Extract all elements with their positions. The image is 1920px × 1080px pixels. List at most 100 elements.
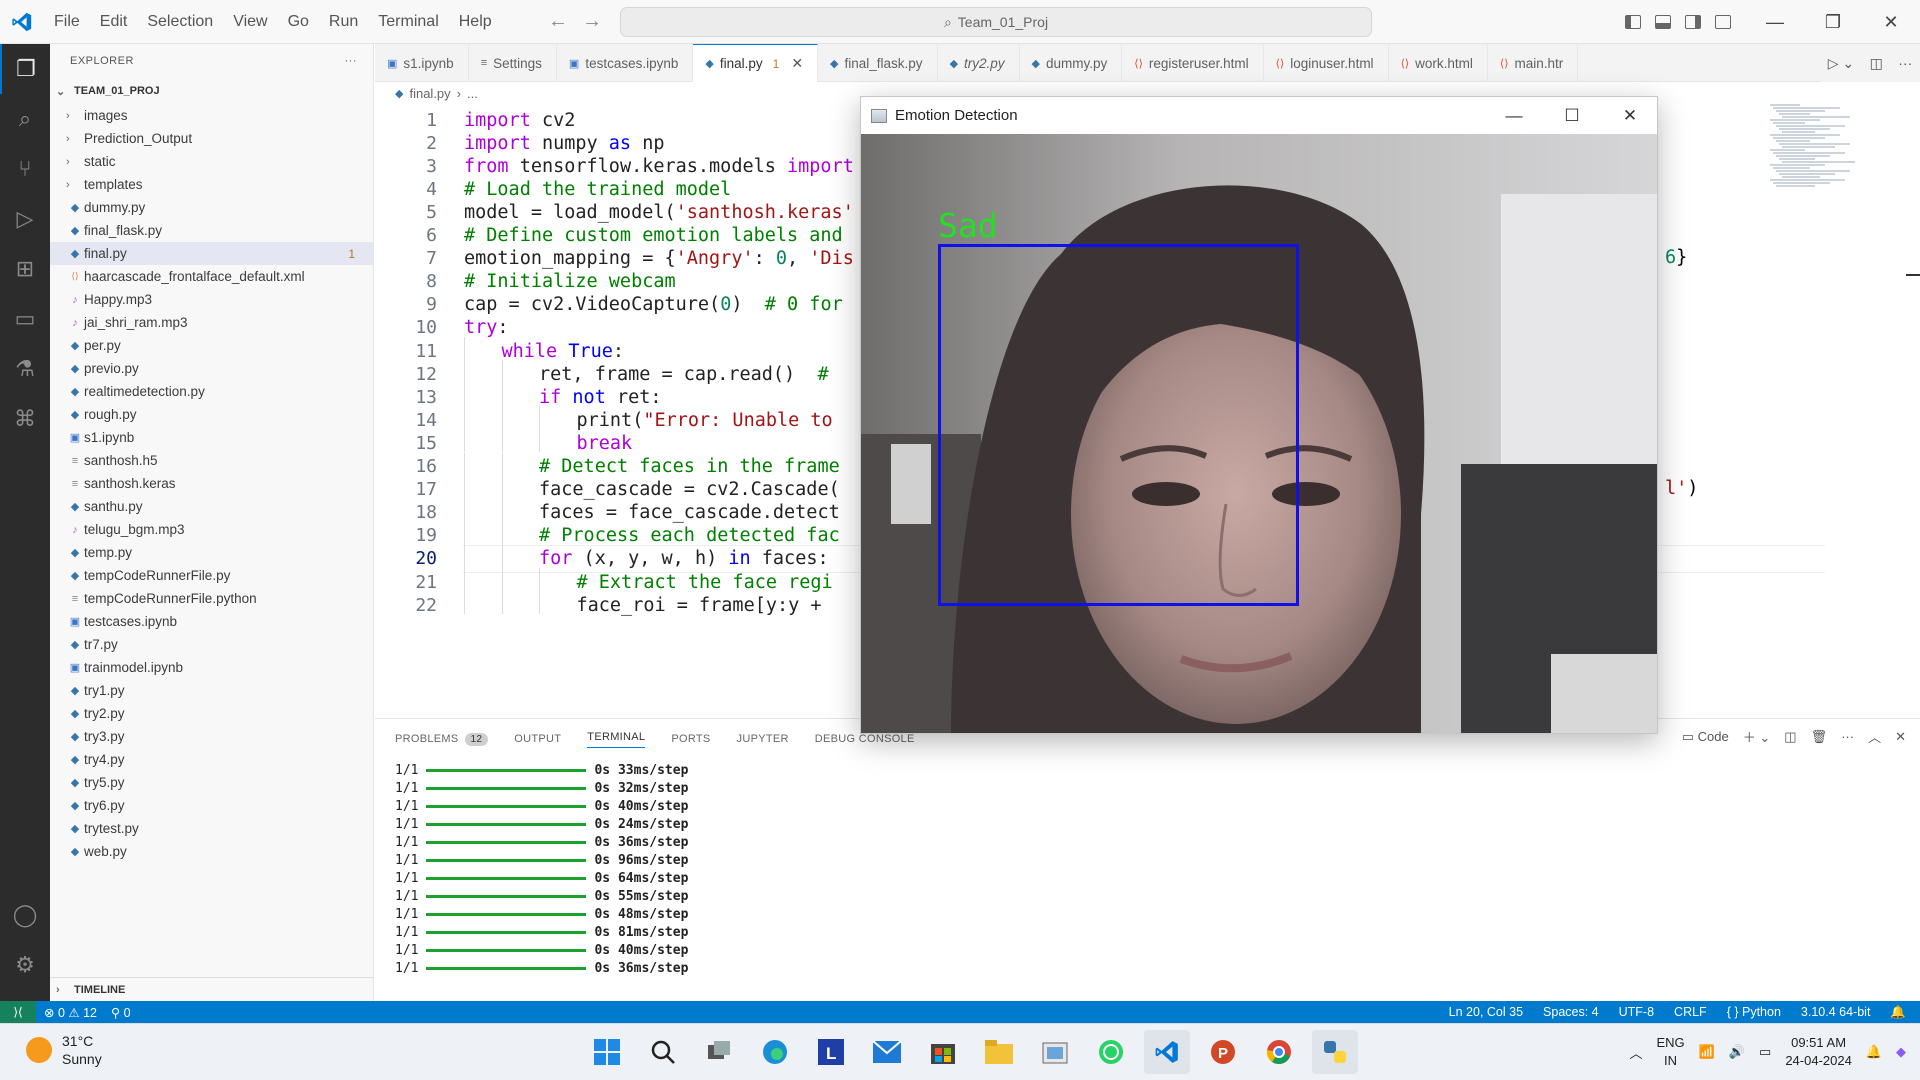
- file-item[interactable]: ◆ web.py: [50, 840, 373, 863]
- account-icon[interactable]: ◯: [0, 890, 50, 940]
- new-terminal-icon[interactable]: ＋ ⌄: [1743, 727, 1771, 746]
- forward-arrow-icon[interactable]: →: [582, 10, 602, 33]
- minimize-button[interactable]: —: [1485, 97, 1543, 134]
- file-item[interactable]: ≡ santhosh.keras: [50, 472, 373, 495]
- menu-file[interactable]: File: [44, 0, 90, 44]
- testing-icon[interactable]: ⚗: [0, 344, 50, 394]
- close-tab-icon[interactable]: ✕: [791, 55, 803, 72]
- maximize-panel-icon[interactable]: ︿: [1868, 727, 1881, 746]
- run-icon[interactable]: ▷ ⌄: [1828, 55, 1854, 72]
- editor-tab[interactable]: ◆ try2.py: [938, 44, 1020, 82]
- toggle-secondary-sidebar-icon[interactable]: [1678, 0, 1708, 44]
- split-terminal-icon[interactable]: ◫: [1784, 729, 1796, 745]
- editor-tab[interactable]: ▣ s1.ipynb: [375, 44, 469, 82]
- encoding[interactable]: UTF-8: [1619, 1005, 1654, 1019]
- python-icon[interactable]: ⌘: [0, 394, 50, 444]
- file-item[interactable]: ▣ s1.ipynb: [50, 426, 373, 449]
- folder-item[interactable]: › static: [50, 150, 373, 173]
- file-item[interactable]: ◆ try6.py: [50, 794, 373, 817]
- cursor-position[interactable]: Ln 20, Col 35: [1449, 1005, 1523, 1019]
- terminal-output[interactable]: 1/1 0s 33ms/step 1/1 0s 32ms/step 1/1 0s 40ms…: [395, 761, 688, 977]
- editor-tab[interactable]: ⟨⟩ loginuser.html: [1264, 44, 1389, 82]
- menu-go[interactable]: Go: [278, 0, 319, 44]
- python-interpreter[interactable]: 3.10.4 64-bit: [1801, 1005, 1871, 1019]
- battery-icon[interactable]: ▭: [1759, 1044, 1771, 1060]
- folder-item[interactable]: › Prediction_Output: [50, 127, 373, 150]
- editor-tab[interactable]: ◆ final_flask.py: [818, 44, 938, 82]
- l-app-icon[interactable]: L: [808, 1030, 854, 1074]
- folder-item[interactable]: › images: [50, 104, 373, 127]
- source-control-icon[interactable]: ⑂: [0, 144, 50, 194]
- minimize-button[interactable]: —: [1746, 0, 1804, 44]
- close-button[interactable]: ✕: [1601, 97, 1657, 134]
- editor-tab[interactable]: ◆ dummy.py: [1020, 44, 1123, 82]
- breadcrumb-symbol[interactable]: ...: [467, 86, 478, 101]
- file-item[interactable]: ▣ trainmodel.ipynb: [50, 656, 373, 679]
- wifi-icon[interactable]: 📶: [1699, 1044, 1715, 1060]
- clock[interactable]: 09:51 AM 24-04-2024: [1785, 1034, 1852, 1070]
- project-root[interactable]: ⌄ TEAM_01_PROJ: [50, 80, 373, 102]
- folder-item[interactable]: › templates: [50, 173, 373, 196]
- file-item[interactable]: ◆ rough.py: [50, 403, 373, 426]
- editor-tab[interactable]: ▣ testcases.ipynb: [557, 44, 694, 82]
- mail-icon[interactable]: [864, 1030, 910, 1074]
- notification-bell-icon[interactable]: 🔔: [1866, 1044, 1882, 1060]
- file-item[interactable]: ⟨⟩ haarcascade_frontalface_default.xml: [50, 265, 373, 288]
- powerpoint-icon[interactable]: P: [1200, 1030, 1246, 1074]
- more-actions-icon[interactable]: ···: [1841, 729, 1854, 744]
- breadcrumb-file[interactable]: final.py: [409, 86, 450, 101]
- edge-icon[interactable]: [752, 1030, 798, 1074]
- search-icon[interactable]: [640, 1030, 686, 1074]
- remote-indicator-icon[interactable]: ⟩⟨: [0, 1001, 36, 1023]
- extensions-icon[interactable]: ⊞: [0, 244, 50, 294]
- file-item[interactable]: ◆ try3.py: [50, 725, 373, 748]
- tab-jupyter[interactable]: JUPYTER: [737, 733, 789, 745]
- command-center-search[interactable]: ⌕ Team_01_Proj: [620, 7, 1372, 37]
- python-taskbar-icon[interactable]: [1312, 1030, 1358, 1074]
- file-item[interactable]: ♪ telugu_bgm.mp3: [50, 518, 373, 541]
- language-mode[interactable]: { } Python: [1727, 1005, 1781, 1019]
- notifications-bell-icon[interactable]: 🔔: [1890, 1005, 1906, 1020]
- back-arrow-icon[interactable]: ←: [548, 10, 568, 33]
- file-item[interactable]: ▣ testcases.ipynb: [50, 610, 373, 633]
- menu-edit[interactable]: Edit: [90, 0, 138, 44]
- indentation[interactable]: Spaces: 4: [1543, 1005, 1599, 1019]
- file-item[interactable]: ◆ dummy.py: [50, 196, 373, 219]
- tab-debug-console[interactable]: DEBUG CONSOLE: [815, 733, 915, 745]
- menu-help[interactable]: Help: [449, 0, 502, 44]
- file-item[interactable]: ≡ tempCodeRunnerFile.python: [50, 587, 373, 610]
- editor-tab[interactable]: ⟨⟩ registeruser.html: [1122, 44, 1264, 82]
- gear-icon[interactable]: ⚙: [0, 940, 50, 990]
- copilot-icon[interactable]: ◆: [1896, 1044, 1906, 1060]
- photos-icon[interactable]: [1032, 1030, 1078, 1074]
- explorer-icon[interactable]: ❐: [0, 44, 50, 94]
- more-actions-icon[interactable]: ···: [1898, 55, 1912, 71]
- start-icon[interactable]: [584, 1030, 630, 1074]
- tab-ports[interactable]: PORTS: [671, 733, 710, 745]
- line-ending[interactable]: CRLF: [1674, 1005, 1707, 1019]
- file-item[interactable]: ◆ final.py 1: [50, 242, 373, 265]
- menu-run[interactable]: Run: [319, 0, 368, 44]
- problems-status[interactable]: ⊗ 0 ⚠ 12: [44, 1005, 97, 1020]
- toggle-sidebar-icon[interactable]: [1618, 0, 1648, 44]
- remote-explorer-icon[interactable]: ▭: [0, 294, 50, 344]
- maximize-button[interactable]: ☐: [1543, 97, 1601, 134]
- file-item[interactable]: ♪ Happy.mp3: [50, 288, 373, 311]
- more-actions-icon[interactable]: ···: [345, 55, 358, 67]
- file-item[interactable]: ◆ try1.py: [50, 679, 373, 702]
- file-item[interactable]: ≡ santhosh.h5: [50, 449, 373, 472]
- tab-output[interactable]: OUTPUT: [514, 733, 561, 745]
- search-icon[interactable]: ⌕: [0, 94, 50, 144]
- file-item[interactable]: ◆ realtimedetection.py: [50, 380, 373, 403]
- editor-tab[interactable]: ◆ final.py 1 ✕: [693, 44, 819, 82]
- restore-button[interactable]: ❐: [1804, 0, 1862, 44]
- input-language[interactable]: ENG IN: [1656, 1034, 1684, 1070]
- volume-icon[interactable]: 🔊: [1729, 1044, 1745, 1060]
- weather-widget[interactable]: 31°C Sunny: [26, 1032, 102, 1068]
- file-item[interactable]: ◆ santhu.py: [50, 495, 373, 518]
- ports-status[interactable]: ⚲ 0: [111, 1005, 131, 1020]
- file-item[interactable]: ◆ final_flask.py: [50, 219, 373, 242]
- vscode-taskbar-icon[interactable]: [1144, 1030, 1190, 1074]
- whatsapp-icon[interactable]: [1088, 1030, 1134, 1074]
- file-item[interactable]: ◆ tempCodeRunnerFile.py: [50, 564, 373, 587]
